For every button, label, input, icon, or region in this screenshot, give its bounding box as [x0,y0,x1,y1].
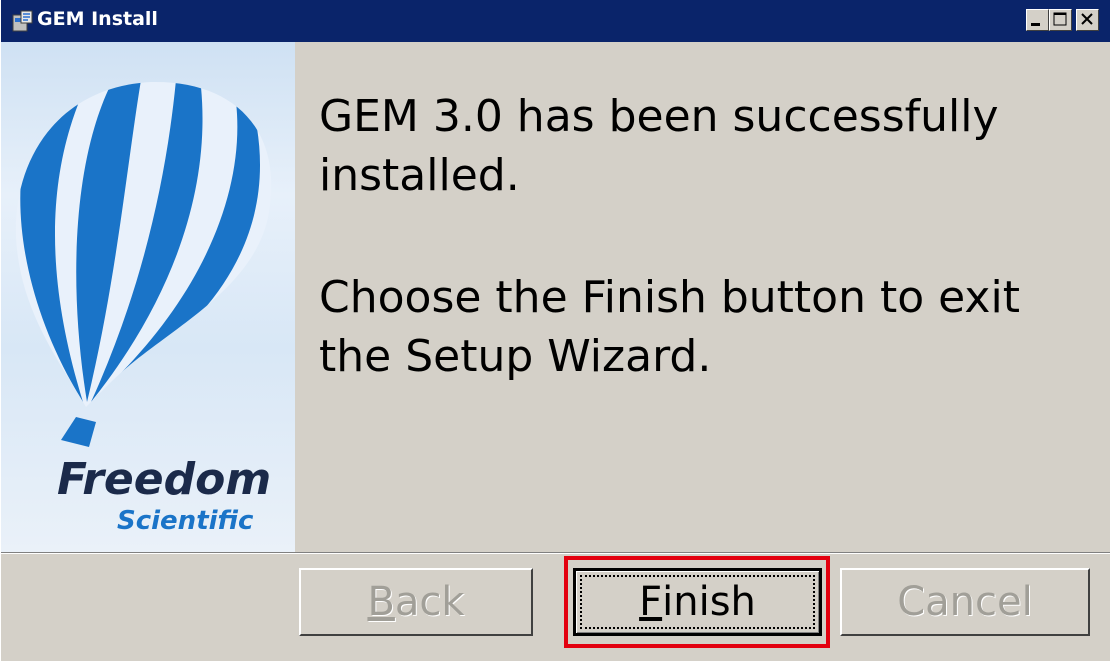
maximize-icon [1053,12,1067,26]
back-accel: B [367,579,395,625]
minimize-button[interactable] [1026,9,1049,31]
cancel-label: Cancel [897,579,1033,625]
close-button[interactable] [1076,9,1099,31]
back-label: ack [394,579,465,625]
balloon-basket-icon [61,417,96,447]
minimize-icon [1031,23,1040,26]
close-icon [1081,13,1093,25]
brand-scientific: Scientific [117,506,254,536]
cancel-button[interactable]: Cancel [840,568,1090,636]
instruction-message: Choose the Finish button to exit the Set… [319,272,1020,382]
maximize-button[interactable] [1049,9,1072,31]
side-banner: Freedom Scientific [1,42,295,552]
back-button[interactable]: Back [299,568,533,636]
brand-freedom: Freedom [57,454,272,505]
installer-icon [12,10,33,32]
install-dialog: GEM Install Freedom Scientific GEM 3.0 h… [0,0,1110,661]
success-message: GEM 3.0 has been successfully installed. [319,91,999,201]
finish-label: inish [662,579,756,625]
finish-accel: F [639,579,663,625]
finish-button[interactable]: Finish [573,568,822,636]
title-bar[interactable]: GEM Install [1,0,1110,42]
window-title: GEM Install [37,8,158,30]
